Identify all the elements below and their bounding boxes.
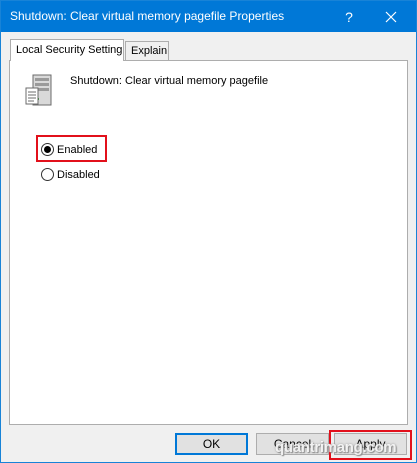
tab-explain[interactable]: Explain bbox=[125, 41, 169, 61]
window-title: Shutdown: Clear virtual memory pagefile … bbox=[10, 9, 285, 23]
tab-local-security-setting[interactable]: Local Security Setting bbox=[10, 39, 124, 61]
close-icon bbox=[385, 11, 397, 22]
properties-dialog: Shutdown: Clear virtual memory pagefile … bbox=[0, 0, 417, 463]
enabled-label: Enabled bbox=[57, 143, 98, 156]
watermark: quantrimang.com bbox=[275, 439, 397, 456]
ok-button[interactable]: OK bbox=[175, 433, 248, 455]
enabled-radio[interactable] bbox=[41, 143, 54, 156]
disabled-label: Disabled bbox=[57, 168, 100, 181]
server-policy-icon bbox=[25, 74, 52, 106]
policy-name: Shutdown: Clear virtual memory pagefile bbox=[70, 75, 269, 87]
tab-panel: Shutdown: Clear virtual memory pagefile … bbox=[9, 60, 408, 425]
close-button[interactable] bbox=[367, 1, 415, 32]
radio-selected-dot bbox=[44, 146, 51, 153]
enabled-radio-option[interactable]: Enabled bbox=[41, 143, 97, 156]
title-bar: Shutdown: Clear virtual memory pagefile … bbox=[1, 1, 416, 32]
help-button[interactable]: ? bbox=[332, 1, 366, 32]
disabled-radio[interactable] bbox=[41, 168, 54, 181]
disabled-radio-option[interactable]: Disabled bbox=[41, 168, 100, 181]
